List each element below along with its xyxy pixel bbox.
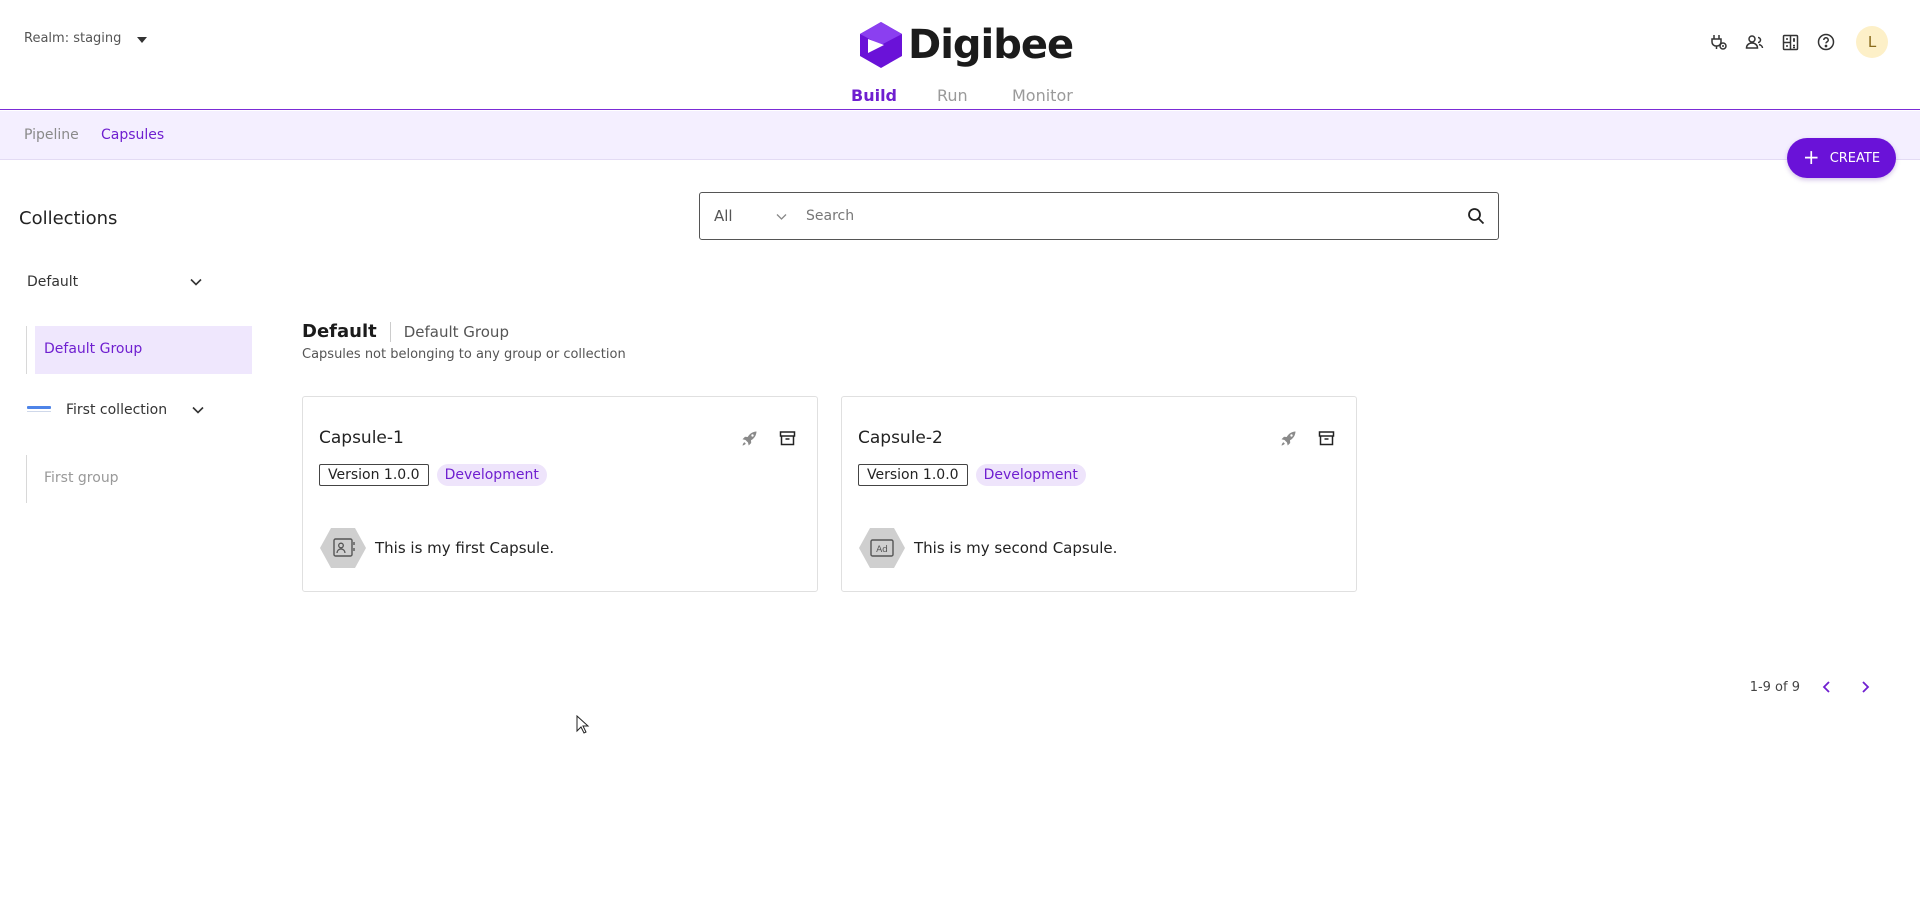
main-tabs: Build Run Monitor: [0, 86, 1920, 108]
plug-icon[interactable]: [1706, 30, 1730, 54]
create-button[interactable]: + CREATE: [1787, 138, 1896, 178]
dashboard-icon[interactable]: [1778, 30, 1802, 54]
archive-icon[interactable]: [1316, 428, 1336, 448]
rocket-icon[interactable]: [1278, 428, 1298, 448]
pagination-range: 1-9 of 9: [1749, 679, 1800, 695]
collection-label: Default: [27, 274, 79, 290]
card-actions: [739, 428, 797, 448]
users-icon[interactable]: [1742, 30, 1766, 54]
capsule-description: This is my first Capsule.: [375, 539, 555, 557]
group-label: First group: [44, 470, 119, 486]
plus-icon: +: [1802, 145, 1820, 169]
section-title: Default: [302, 321, 377, 342]
section-header: Default Default Group: [302, 321, 509, 342]
capsule-tags: Version 1.0.0 Development: [858, 464, 1086, 486]
type-filter-select[interactable]: All: [700, 207, 800, 225]
environment-badge: Development: [436, 464, 547, 486]
group-label: Default Group: [44, 341, 143, 357]
user-avatar[interactable]: L: [1856, 26, 1888, 58]
search-input[interactable]: [800, 208, 1454, 224]
brand-name: Digibee: [908, 22, 1074, 68]
create-button-label: CREATE: [1829, 150, 1881, 166]
capsule-description-row: This is my first Capsule.: [319, 526, 554, 570]
version-tag: Version 1.0.0: [319, 464, 429, 486]
group-item-default-group[interactable]: Default Group: [35, 326, 252, 374]
collections-title: Collections: [19, 208, 118, 229]
search-bar: All: [699, 192, 1499, 240]
environment-badge: Development: [975, 464, 1086, 486]
subnav-pipeline[interactable]: Pipeline: [24, 127, 79, 143]
section-description: Capsules not belonging to any group or c…: [302, 347, 626, 362]
chevron-down-icon: [192, 406, 204, 414]
group-line: [26, 326, 27, 374]
chevron-down-icon: [190, 278, 202, 286]
svg-text:Ad: Ad: [876, 545, 888, 555]
realm-label: Realm: staging: [24, 31, 122, 46]
capsule-card[interactable]: Capsule-1 Version 1.0.0 Development This…: [302, 396, 818, 592]
realm-selector[interactable]: Realm: staging: [24, 31, 148, 46]
rocket-icon[interactable]: [739, 428, 759, 448]
chevron-left-icon[interactable]: [1816, 676, 1838, 698]
tab-monitor[interactable]: Monitor: [1012, 86, 1073, 105]
group-item-first-group[interactable]: First group: [44, 470, 119, 486]
capsule-card[interactable]: Capsule-2 Version 1.0.0 Development Ad T…: [841, 396, 1357, 592]
help-icon[interactable]: [1814, 30, 1838, 54]
sub-navigation: Pipeline Capsules: [0, 111, 1920, 160]
tab-build[interactable]: Build: [851, 86, 897, 105]
card-actions: [1278, 428, 1336, 448]
chevron-down-icon: [776, 213, 787, 220]
capsule-name: Capsule-2: [858, 428, 943, 448]
chevron-right-icon[interactable]: [1854, 676, 1876, 698]
collection-color-icon: [27, 406, 51, 412]
collection-first-collection[interactable]: First collection: [27, 402, 205, 418]
collection-label: First collection: [66, 402, 168, 418]
capsule-description: This is my second Capsule.: [914, 539, 1118, 557]
subnav-capsules[interactable]: Capsules: [101, 127, 164, 143]
caret-down-icon: [137, 36, 148, 43]
mouse-cursor-icon: [576, 715, 590, 734]
header-icons: L: [1706, 26, 1888, 58]
digibee-logo-icon: [860, 22, 902, 68]
contact-card-icon: [320, 528, 366, 568]
pagination: 1-9 of 9: [1750, 676, 1876, 698]
top-header: Realm: staging Digibee Build Run Monitor: [0, 0, 1920, 110]
ad-icon: Ad: [859, 528, 905, 568]
capsule-name: Capsule-1: [319, 428, 404, 448]
capsule-tags: Version 1.0.0 Development: [319, 464, 547, 486]
collection-default[interactable]: Default: [27, 274, 203, 290]
capsule-description-row: Ad This is my second Capsule.: [858, 526, 1117, 570]
archive-icon[interactable]: [777, 428, 797, 448]
section-group: Default Group: [403, 322, 509, 341]
tab-run[interactable]: Run: [937, 86, 968, 105]
search-icon[interactable]: [1454, 207, 1498, 225]
group-line: [26, 455, 27, 503]
filter-value: All: [714, 207, 733, 225]
brand-logo[interactable]: Digibee: [860, 22, 1074, 68]
version-tag: Version 1.0.0: [858, 464, 968, 486]
divider: [389, 321, 391, 342]
